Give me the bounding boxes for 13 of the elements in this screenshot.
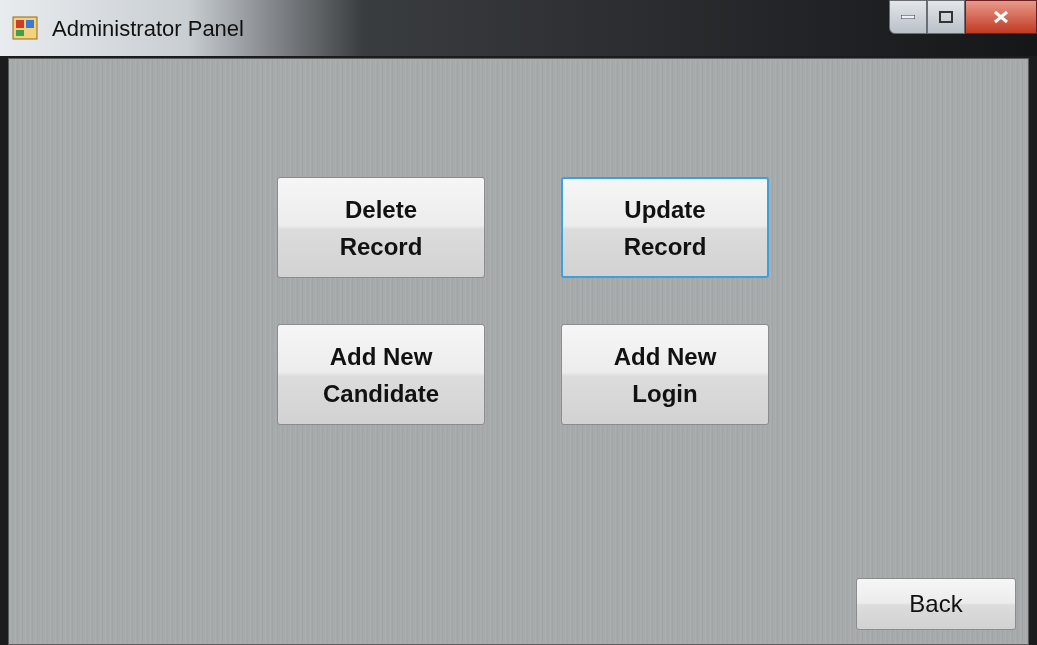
menu-button[interactable]: Add New Login: [561, 324, 769, 425]
close-button[interactable]: [965, 0, 1037, 34]
restore-icon: [939, 11, 953, 23]
minimize-button[interactable]: [889, 0, 927, 34]
minimize-icon: [901, 15, 915, 19]
maximize-button[interactable]: [927, 0, 965, 34]
back-button[interactable]: Back: [856, 578, 1016, 630]
menu-button[interactable]: Delete Record: [277, 177, 485, 278]
menu-button[interactable]: Update Record: [561, 177, 769, 278]
window-title: Administrator Panel: [52, 14, 244, 43]
menu-button[interactable]: Add New Candidate: [277, 324, 485, 425]
close-icon: [993, 10, 1009, 24]
app-icon: [12, 16, 38, 40]
